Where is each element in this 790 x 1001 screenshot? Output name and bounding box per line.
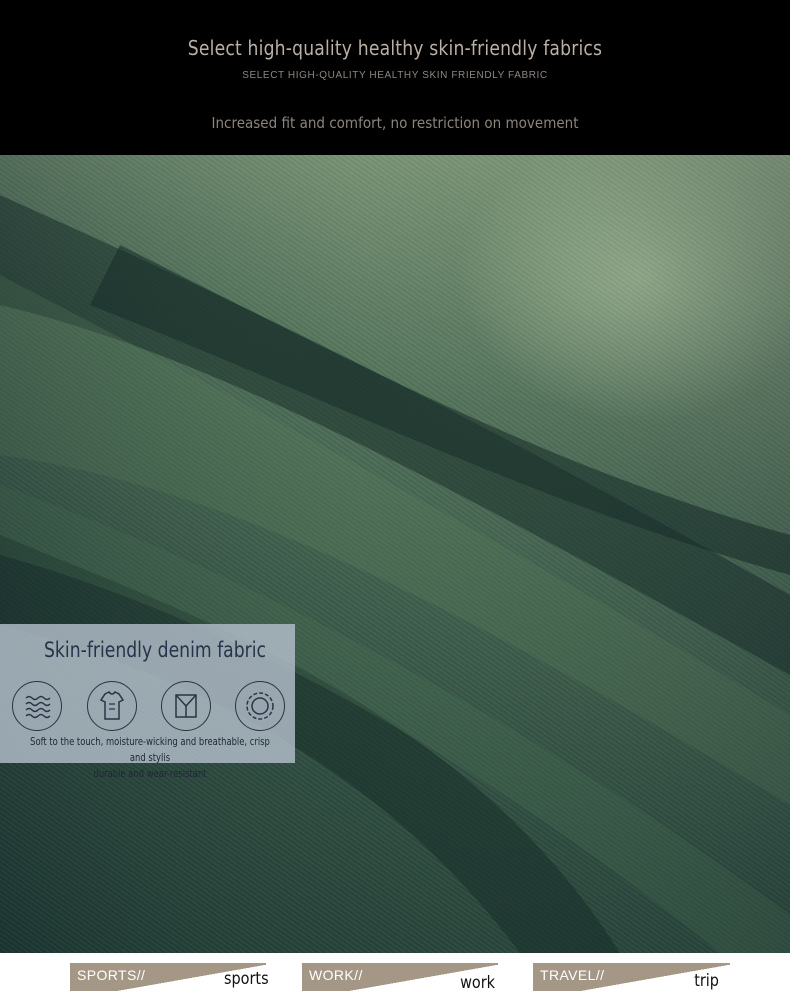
flower-ring-icon [235,681,285,731]
tag-sports-word: sports [223,969,269,989]
tag-sports: SPORTS// sports [70,963,269,991]
description-line-2: durable and wear-resistant [93,768,207,780]
fabric-card-description: Soft to the touch, moisture-wicking and … [22,734,278,782]
feature-icons [10,681,300,733]
fabric-feature-card: Skin-friendly denim fabric Soft to the t… [0,624,295,780]
denim-fabric-image [0,155,790,953]
tag-work: WORK// work [302,963,498,993]
tag-work-word: work [460,973,496,993]
tag-travel: TRAVEL// trip [533,963,730,991]
collar-icon [161,681,211,731]
tag-sports-label: SPORTS// [77,967,146,983]
page-subtitle: SELECT HIGH-QUALITY HEALTHY SKIN FRIENDL… [242,70,548,81]
header-banner: Select high-quality healthy skin-friendl… [0,0,790,155]
fabric-card-title: Skin-friendly denim fabric [44,638,266,662]
fabric-vignette [0,155,790,953]
page-tagline: Increased fit and comfort, no restrictio… [211,114,579,132]
tag-work-label: WORK// [309,967,363,983]
page-title: Select high-quality healthy skin-friendl… [187,36,603,60]
usage-tags: SPORTS// sports WORK// work TRAVEL// tri… [0,953,790,1001]
tag-travel-word: trip [694,971,719,991]
fabric-folds [0,155,790,953]
shirt-icon [87,681,137,731]
tag-travel-label: TRAVEL// [540,967,605,983]
waves-icon [12,681,62,731]
description-line-1: Soft to the touch, moisture-wicking and … [30,736,270,764]
